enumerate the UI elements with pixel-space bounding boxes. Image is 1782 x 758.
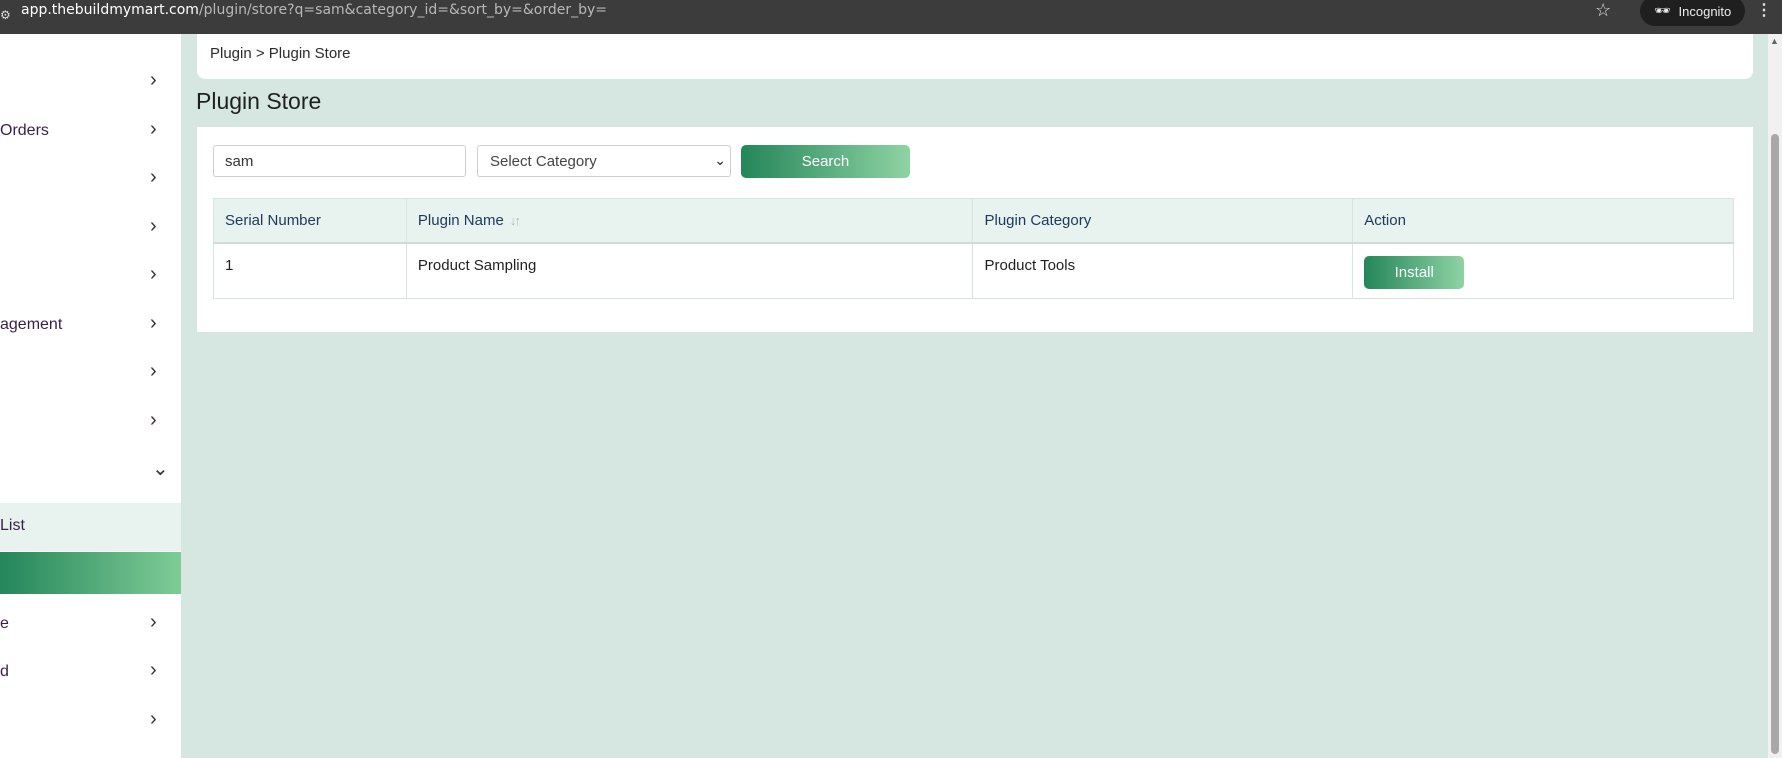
cell-plugin-name: Product Sampling <box>405 242 974 299</box>
search-button[interactable]: Search <box>741 145 910 178</box>
sidebar-item-5[interactable]: › <box>0 257 181 297</box>
sidebar-subitem-list[interactable]: List <box>0 503 181 551</box>
sort-icon[interactable]: ↓↑ <box>510 213 521 228</box>
category-select[interactable]: Select Category ⌄ <box>477 145 731 177</box>
chevron-right-icon: › <box>150 659 157 681</box>
chevron-down-icon: ⌄ <box>152 458 169 480</box>
sidebar-item-3[interactable]: › <box>0 160 181 200</box>
incognito-label: Incognito <box>1678 3 1732 19</box>
scroll-up-arrow-icon[interactable]: ▲ <box>1770 36 1779 46</box>
chevron-right-icon: › <box>150 611 157 633</box>
plugin-store-card: Select Category ⌄ Search Serial Number P… <box>197 127 1753 332</box>
sidebar-item-management[interactable]: agement › <box>0 306 181 346</box>
search-input[interactable] <box>213 145 466 177</box>
page-scrollbar[interactable]: ▲ <box>1768 34 1782 758</box>
address-bar[interactable]: app.thebuildmymart.com/plugin/store?q=sa… <box>21 2 607 18</box>
sidebar-subitem-plugin-store-active[interactable] <box>0 552 181 594</box>
page-title: Plugin Store <box>196 88 322 114</box>
chevron-right-icon: › <box>150 118 157 140</box>
sidebar-item-plugin[interactable]: ⌄ <box>0 452 181 492</box>
sidebar-item-7[interactable]: › <box>0 354 181 394</box>
sidebar-item-8[interactable]: › <box>0 403 181 443</box>
sidebar-item-label: agement <box>0 316 63 333</box>
breadcrumb[interactable]: Plugin > Plugin Store <box>210 45 351 62</box>
chevron-right-icon: › <box>150 360 157 382</box>
chevron-down-icon: ⌄ <box>714 152 726 168</box>
chevron-right-icon: › <box>150 263 157 285</box>
sidebar-item-label: e <box>0 615 9 632</box>
cell-action: Install <box>1352 242 1734 299</box>
sidebar-item-12[interactable]: e › <box>0 605 181 645</box>
sidebar-item-13[interactable]: d › <box>0 653 181 693</box>
sidebar-item-label: List <box>0 517 25 534</box>
breadcrumb-card: Plugin > Plugin Store <box>197 34 1753 79</box>
plugin-table: Serial Number Plugin Name ↓↑ Plugin Categ… <box>213 198 1734 299</box>
header-plugin-name[interactable]: Plugin Name ↓↑ <box>405 198 974 244</box>
header-action: Action <box>1352 198 1734 244</box>
chevron-right-icon: › <box>150 708 157 730</box>
sidebar-item-1[interactable]: › <box>0 63 181 103</box>
bookmark-star-icon[interactable]: ☆ <box>1595 0 1611 21</box>
header-label: Action <box>1364 211 1406 229</box>
incognito-badge[interactable]: 🕶 Incognito <box>1640 0 1746 26</box>
header-serial-number: Serial Number <box>213 198 407 244</box>
sidebar-item-label: Orders <box>0 122 49 139</box>
sidebar-item-14[interactable]: › <box>0 702 181 742</box>
url-host: app.thebuildmymart.com <box>21 2 199 18</box>
cell-serial: 1 <box>213 242 407 299</box>
chevron-right-icon: › <box>150 312 157 334</box>
sidebar-item-4[interactable]: › <box>0 209 181 249</box>
table-header-row: Serial Number Plugin Name ↓↑ Plugin Categ… <box>213 198 1734 244</box>
scrollbar-thumb[interactable] <box>1771 134 1779 754</box>
chevron-right-icon: › <box>150 215 157 237</box>
sidebar-item-label: d <box>0 663 9 680</box>
chevron-right-icon: › <box>150 166 157 188</box>
chevron-right-icon: › <box>150 409 157 431</box>
sidebar: › Orders › › › › agement › › › ⌄ List e … <box>0 34 181 758</box>
header-label: Plugin Category <box>984 211 1092 229</box>
header-label: Plugin Name <box>417 211 504 229</box>
header-plugin-category: Plugin Category <box>972 198 1354 244</box>
table-row: 1 Product Sampling Product Tools Install <box>213 242 1734 299</box>
browser-toolbar: ⚙ app.thebuildmymart.com/plugin/store?q=… <box>0 0 1782 34</box>
incognito-icon: 🕶 <box>1654 3 1671 18</box>
category-select-value: Select Category <box>490 152 597 170</box>
site-info-icon[interactable]: ⚙ <box>0 8 12 24</box>
browser-menu-icon[interactable]: ⋮ <box>1756 0 1772 20</box>
chevron-right-icon: › <box>150 69 157 91</box>
sidebar-item-orders[interactable]: Orders › <box>0 112 181 152</box>
install-button[interactable]: Install <box>1364 255 1465 289</box>
header-label: Serial Number <box>225 211 321 229</box>
cell-plugin-category: Product Tools <box>972 242 1354 299</box>
url-path: /plugin/store?q=sam&category_id=&sort_by… <box>198 2 608 18</box>
